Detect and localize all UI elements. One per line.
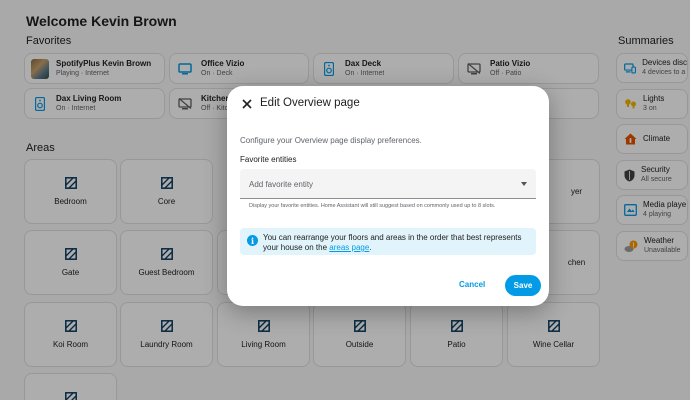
edit-overview-dialog: Edit Overview page Configure your Overvi… xyxy=(227,86,549,306)
info-alert-end: . xyxy=(369,243,372,252)
favorite-entity-picker[interactable]: Add favorite entity xyxy=(240,169,536,199)
favorite-entities-label: Favorite entities xyxy=(240,155,297,164)
favorite-entities-helper: Display your favorite entities. Home Ass… xyxy=(249,203,496,209)
close-icon[interactable] xyxy=(239,96,255,112)
areas-page-link[interactable]: areas page xyxy=(329,243,369,252)
dialog-description: Configure your Overview page display pre… xyxy=(240,136,422,145)
info-alert-text: You can rearrange your floors and areas … xyxy=(263,233,528,253)
info-icon: i xyxy=(247,235,258,246)
dialog-title: Edit Overview page xyxy=(260,97,360,109)
favorite-entity-placeholder: Add favorite entity xyxy=(249,180,314,189)
info-alert: i You can rearrange your floors and area… xyxy=(240,228,536,255)
save-button[interactable]: Save xyxy=(505,275,541,296)
info-alert-message: You can rearrange your floors and areas … xyxy=(263,233,522,252)
dropdown-arrow-icon xyxy=(521,182,527,186)
cancel-button[interactable]: Cancel xyxy=(459,280,485,289)
